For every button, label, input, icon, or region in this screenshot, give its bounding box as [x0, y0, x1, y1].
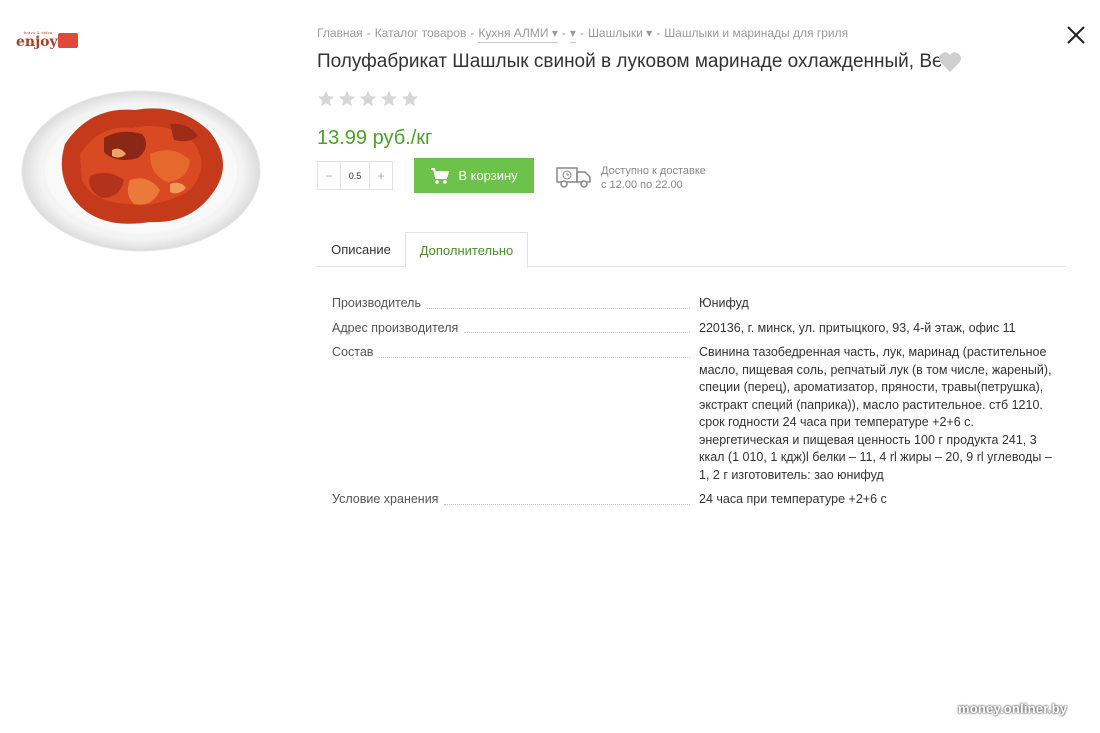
close-button[interactable] — [1064, 23, 1088, 47]
star-icon[interactable] — [317, 90, 335, 108]
tab-description[interactable]: Описание — [317, 232, 405, 267]
close-icon — [1067, 26, 1085, 44]
quantity-stepper: − + — [317, 161, 393, 190]
spec-key: Производитель — [332, 295, 427, 313]
tab-additional[interactable]: Дополнительно — [405, 232, 528, 268]
breadcrumb-item-kitchen[interactable]: Кухня АЛМИ ▾ — [478, 26, 558, 43]
spec-dots — [464, 332, 690, 333]
spec-value: Свинина тазобедренная часть, лук, марина… — [699, 345, 1052, 482]
spec-key: Состав — [332, 344, 380, 362]
spec-row: Адрес производителя 220136, г. минск, ул… — [332, 319, 1066, 337]
delivery-truck-icon — [556, 167, 591, 188]
logo-word: enjoy — [16, 34, 58, 50]
add-to-cart-button[interactable]: В корзину — [414, 158, 534, 193]
breadcrumb-item-grill[interactable]: Шашлыки и маринады для гриля — [664, 26, 848, 40]
brand-logo[interactable]: bravo & delka enjoy — [16, 30, 78, 54]
star-icon[interactable] — [359, 90, 377, 108]
favorite-button[interactable] — [938, 51, 962, 73]
spec-dots — [444, 503, 690, 505]
spec-dots — [379, 356, 690, 358]
star-icon[interactable] — [380, 90, 398, 108]
tab-bar: Описание Дополнительно — [317, 232, 1066, 268]
logo-tag — [58, 33, 78, 48]
spec-row: Производитель Юнифуд — [332, 295, 1066, 313]
spec-value: Юнифуд — [699, 296, 749, 310]
delivery-line-1: Доступно к доставке — [601, 165, 706, 177]
spec-row: Условие хранения 24 часа при температуре… — [332, 491, 1066, 509]
star-icon[interactable] — [338, 90, 356, 108]
quantity-input[interactable] — [340, 162, 370, 189]
breadcrumb-separator: - — [579, 26, 584, 40]
spec-row: Состав Свинина тазобедренная часть, лук,… — [332, 344, 1066, 484]
delivery-info: Доступно к доставке с 12.00 по 22.00 — [601, 164, 706, 192]
rating-stars[interactable] — [317, 90, 419, 108]
breadcrumb-item-home[interactable]: Главная — [317, 26, 363, 40]
heart-icon — [939, 52, 961, 72]
delivery-line-2: с 12.00 по 22.00 — [601, 179, 683, 191]
increase-button[interactable]: + — [370, 162, 392, 189]
cart-icon — [431, 167, 450, 184]
spec-dots — [426, 307, 690, 309]
product-price: 13.99 руб./кг — [317, 127, 433, 149]
breadcrumb-separator: - — [561, 26, 566, 40]
spec-value: 220136, г. минск, ул. притыцкого, 93, 4-… — [699, 320, 1016, 335]
star-icon[interactable] — [401, 90, 419, 108]
spec-value: 24 часа при температуре +2+6 с — [699, 492, 887, 506]
product-title: Полуфабрикат Шашлык свиной в луковом мар… — [317, 51, 953, 72]
breadcrumb-separator: - — [656, 26, 661, 40]
breadcrumb-item-catalog[interactable]: Каталог товаров — [375, 26, 467, 40]
watermark: money.onliner.by — [958, 701, 1068, 716]
breadcrumb-separator: - — [470, 26, 475, 40]
decrease-button[interactable]: − — [318, 162, 340, 189]
breadcrumb-item-dropdown[interactable]: ▾ — [569, 26, 576, 43]
spec-key: Условие хранения — [332, 491, 445, 509]
breadcrumb-item-shashlyki[interactable]: Шашлыки ▾ — [588, 26, 652, 40]
specs-table: Производитель Юнифуд Адрес производителя… — [332, 295, 1066, 509]
add-to-cart-label: В корзину — [458, 168, 518, 183]
product-image — [21, 90, 261, 252]
breadcrumb: Главная - Каталог товаров - Кухня АЛМИ ▾ - ▾ - Ш… — [317, 26, 848, 43]
breadcrumb-separator: - — [366, 26, 371, 40]
spec-key: Адрес производителя — [332, 319, 465, 337]
